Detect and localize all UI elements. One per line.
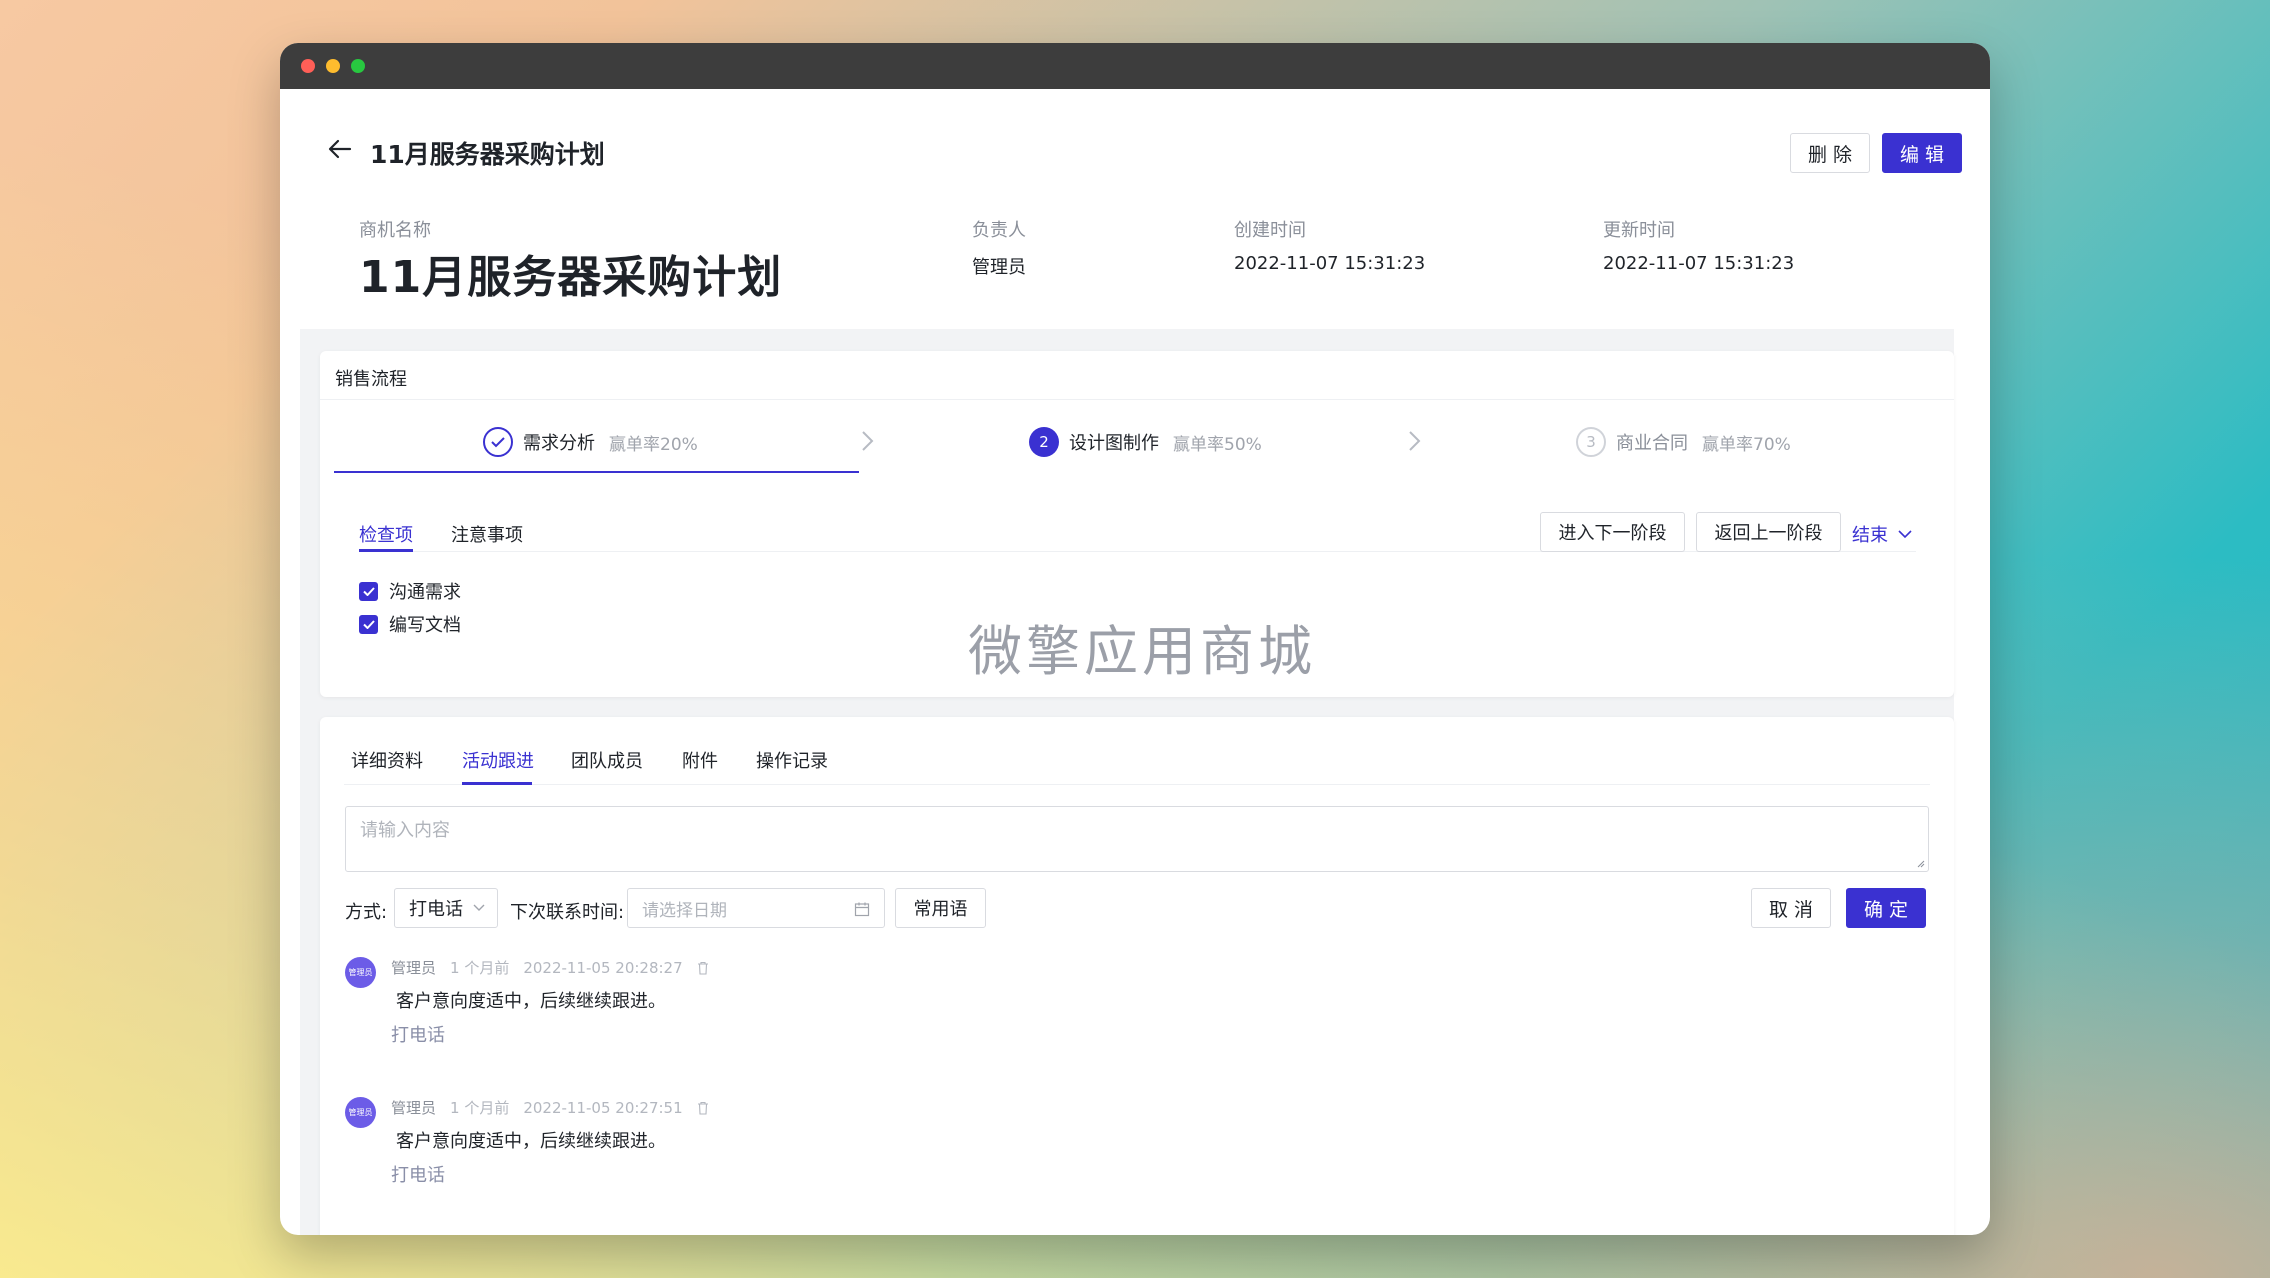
tab-details[interactable]: 详细资料 xyxy=(351,747,423,773)
checklist-label: 沟通需求 xyxy=(389,582,461,603)
tab-activity[interactable]: 活动跟进 xyxy=(462,747,534,773)
method-select[interactable]: 打电话 xyxy=(394,888,498,928)
activity-item: 管理员 管理员 1 个月前 2022-11-05 20:27:51 客户意向度适… xyxy=(345,1097,1929,1207)
activity-meta: 管理员 1 个月前 2022-11-05 20:28:27 xyxy=(391,957,709,978)
step-requirement-analysis[interactable]: 需求分析 赢单率20% xyxy=(483,427,698,457)
trash-icon[interactable] xyxy=(697,1101,709,1115)
next-contact-date-picker[interactable]: 请选择日期 xyxy=(627,888,885,928)
updated-label: 更新时间 xyxy=(1603,220,1675,241)
tab-attachments[interactable]: 附件 xyxy=(682,747,718,773)
back-arrow-icon[interactable] xyxy=(328,139,352,159)
previous-stage-button[interactable]: 返回上一阶段 xyxy=(1696,512,1841,552)
chevron-right-icon xyxy=(1409,431,1421,451)
method-value: 打电话 xyxy=(409,899,463,920)
activity-time: 2022-11-05 20:28:27 xyxy=(523,958,683,977)
activity-content-input[interactable]: 请输入内容 xyxy=(345,806,1929,872)
cancel-button[interactable]: 取 消 xyxy=(1751,888,1831,928)
app-window: 11月服务器采购计划 删 除 编 辑 商机名称 11月服务器采购计划 负责人 管… xyxy=(280,43,1990,1235)
window-titlebar xyxy=(280,43,1990,89)
next-stage-button[interactable]: 进入下一阶段 xyxy=(1540,512,1685,552)
detail-card: 详细资料 活动跟进 团队成员 附件 操作记录 请输入内容 方式: 打电话 下次联… xyxy=(320,717,1954,1235)
date-placeholder: 请选择日期 xyxy=(642,900,727,921)
chevron-right-icon xyxy=(862,431,874,451)
owner-label: 负责人 xyxy=(972,220,1026,241)
check-circle-icon xyxy=(483,427,513,457)
step-name: 需求分析 xyxy=(523,433,595,454)
subtab-notes[interactable]: 注意事项 xyxy=(451,521,523,547)
avatar: 管理员 xyxy=(345,957,376,988)
active-step-indicator xyxy=(334,471,859,473)
checklist-label: 编写文档 xyxy=(389,615,461,636)
step-name: 商业合同 xyxy=(1616,433,1688,454)
minimize-window-button[interactable] xyxy=(326,59,340,73)
updated-value: 2022-11-07 15:31:23 xyxy=(1603,253,1795,274)
input-placeholder: 请输入内容 xyxy=(360,820,450,841)
step-design[interactable]: 2 设计图制作 赢单率50% xyxy=(1029,427,1262,457)
avatar: 管理员 xyxy=(345,1097,376,1128)
opportunity-name: 11月服务器采购计划 xyxy=(359,252,783,303)
activity-type: 打电话 xyxy=(391,1165,445,1186)
maximize-window-button[interactable] xyxy=(351,59,365,73)
created-value: 2022-11-07 15:31:23 xyxy=(1234,253,1426,274)
step-rate: 赢单率70% xyxy=(1702,434,1791,455)
owner-value: 管理员 xyxy=(972,257,1026,278)
activity-item: 管理员 管理员 1 个月前 2022-11-05 20:28:27 客户意向度适… xyxy=(345,957,1929,1067)
created-label: 创建时间 xyxy=(1234,220,1306,241)
activity-relative-time: 1 个月前 xyxy=(450,959,510,977)
activity-relative-time: 1 个月前 xyxy=(450,1099,510,1117)
checkbox-checked-icon[interactable] xyxy=(359,614,378,634)
activity-meta: 管理员 1 个月前 2022-11-05 20:27:51 xyxy=(391,1097,709,1118)
active-tab-indicator xyxy=(462,782,532,785)
activity-user: 管理员 xyxy=(391,959,437,977)
trash-icon[interactable] xyxy=(697,961,709,975)
watermark: 微擎应用商城 xyxy=(968,620,1316,683)
chevron-down-icon xyxy=(473,904,485,911)
divider xyxy=(344,784,1930,785)
sales-process-card: 销售流程 需求分析 赢单率20% 2 设计图制作 赢单率50% 3 商业合同 赢… xyxy=(320,351,1954,697)
step-rate: 赢单率50% xyxy=(1173,434,1262,455)
edit-button[interactable]: 编 辑 xyxy=(1882,133,1962,173)
close-window-button[interactable] xyxy=(301,59,315,73)
step-number-badge: 2 xyxy=(1029,427,1059,457)
method-label: 方式: xyxy=(345,902,388,923)
checklist-item[interactable]: 沟通需求 xyxy=(359,578,461,604)
active-subtab-indicator xyxy=(359,549,413,552)
delete-button[interactable]: 删 除 xyxy=(1790,133,1870,173)
tab-operation-log[interactable]: 操作记录 xyxy=(756,747,828,773)
chevron-down-icon xyxy=(1898,529,1912,538)
confirm-button[interactable]: 确 定 xyxy=(1846,888,1926,928)
subtab-checklist[interactable]: 检查项 xyxy=(359,521,413,547)
step-name: 设计图制作 xyxy=(1069,433,1159,454)
checklist-item[interactable]: 编写文档 xyxy=(359,611,461,637)
page-title: 11月服务器采购计划 xyxy=(370,140,605,169)
page-content: 11月服务器采购计划 删 除 编 辑 商机名称 11月服务器采购计划 负责人 管… xyxy=(300,89,1962,1235)
step-contract[interactable]: 3 商业合同 赢单率70% xyxy=(1576,427,1791,457)
step-number-badge: 3 xyxy=(1576,427,1606,457)
activity-content: 客户意向度适中，后续继续跟进。 xyxy=(396,991,666,1012)
divider xyxy=(320,399,1954,400)
next-contact-label: 下次联系时间: xyxy=(510,902,625,923)
activity-time: 2022-11-05 20:27:51 xyxy=(523,1098,683,1117)
activity-type: 打电话 xyxy=(391,1025,445,1046)
common-phrases-button[interactable]: 常用语 xyxy=(895,888,986,928)
name-label: 商机名称 xyxy=(359,220,431,241)
end-dropdown[interactable]: 结束 xyxy=(1852,521,1912,547)
sales-process-title: 销售流程 xyxy=(335,369,407,390)
activity-content: 客户意向度适中，后续继续跟进。 xyxy=(396,1131,666,1152)
checkbox-checked-icon[interactable] xyxy=(359,581,378,601)
opportunity-header: 11月服务器采购计划 删 除 编 辑 商机名称 11月服务器采购计划 负责人 管… xyxy=(300,89,1962,329)
resize-handle-icon[interactable] xyxy=(1915,858,1925,868)
end-label: 结束 xyxy=(1852,525,1888,546)
calendar-icon xyxy=(854,902,870,917)
tab-team[interactable]: 团队成员 xyxy=(571,747,643,773)
step-rate: 赢单率20% xyxy=(609,434,698,455)
activity-user: 管理员 xyxy=(391,1099,437,1117)
